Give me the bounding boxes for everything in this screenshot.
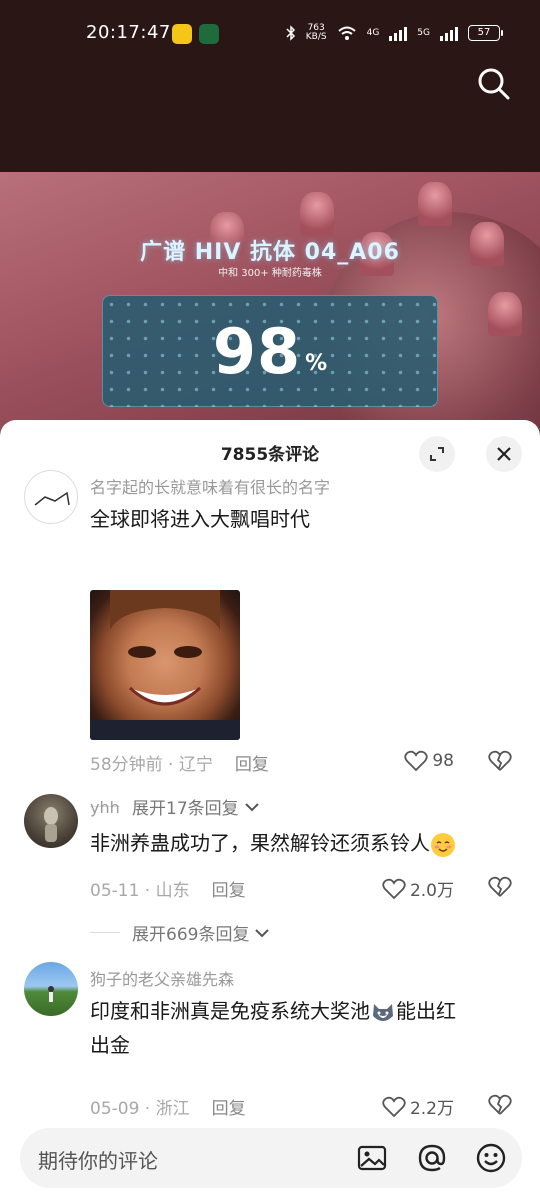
husky-emoji-icon — [373, 1003, 393, 1021]
battery-indicator: 57 — [468, 25, 503, 41]
reply-button[interactable]: 回复 — [212, 881, 246, 901]
close-button[interactable] — [486, 436, 522, 472]
dislike-button[interactable] — [488, 876, 512, 902]
comment-username[interactable]: 名字起的长就意味着有很长的名字 — [90, 474, 330, 498]
broken-heart-icon — [488, 876, 512, 897]
comment-username[interactable]: 狗子的老父亲雄先森 — [90, 966, 234, 990]
virus-spike — [488, 292, 522, 336]
network-speed: 763 KB/S — [305, 23, 327, 42]
image-button[interactable] — [356, 1142, 388, 1174]
percent-panel: 98 % — [102, 295, 438, 407]
heart-icon — [404, 750, 429, 772]
expand-replies-button[interactable]: 展开669条回复 — [90, 920, 271, 945]
comment-text: 印度和非洲真是免疫系统大奖池 能出红 出金 — [90, 999, 456, 1057]
comment-meta: 05-11 · 山东 回复 — [90, 876, 246, 901]
close-icon — [497, 447, 511, 461]
network-4g-label: 4G — [366, 28, 380, 38]
avatar[interactable] — [24, 470, 78, 524]
status-bar: 20:17:47 763 KB/S 4G 5G 57 — [0, 0, 540, 70]
virus-spike — [300, 192, 334, 236]
expand-icon — [430, 447, 444, 461]
percent-unit: % — [305, 350, 328, 376]
expand-replies-label: 展开669条回复 — [132, 925, 250, 945]
at-icon — [418, 1144, 446, 1172]
video-frame[interactable]: 广谱 HIV 抗体 04_A06 中和 300+ 种耐药毒株 98 % — [0, 172, 540, 432]
video-title: 广谱 HIV 抗体 04_A06 — [140, 240, 400, 265]
cat-avatar-icon — [34, 491, 70, 506]
status-right: 763 KB/S 4G 5G 57 — [286, 23, 503, 42]
comment-meta: 05-09 · 浙江 回复 — [90, 1094, 246, 1119]
wifi-icon — [337, 26, 356, 40]
comment-text: 非洲养蛊成功了，果然解铃还须系铃人 — [90, 826, 510, 860]
app-notification-icon — [172, 24, 192, 44]
search-button[interactable] — [476, 66, 512, 102]
reply-button[interactable]: 回复 — [235, 755, 269, 775]
like-button[interactable]: 2.0万 — [382, 876, 454, 901]
broken-heart-icon — [488, 1094, 512, 1115]
like-count: 2.2万 — [409, 1099, 454, 1119]
like-count: 98 — [432, 751, 454, 771]
expand-replies-label: 展开17条回复 — [132, 799, 239, 819]
status-time: 20:17:47 — [86, 22, 171, 43]
comment-input-bar[interactable]: 期待你的评论 — [20, 1128, 522, 1188]
like-count: 2.0万 — [409, 881, 454, 901]
search-icon — [478, 68, 510, 100]
app-notification-icon-2 — [199, 24, 219, 44]
virus-spike — [418, 182, 452, 226]
screen: 20:17:47 763 KB/S 4G 5G 57 广谱 HIV 抗体 04_ — [0, 0, 540, 1200]
percent-value: 98 — [212, 314, 302, 388]
signal-icon — [389, 25, 408, 41]
mention-button[interactable] — [416, 1142, 448, 1174]
bluetooth-icon — [286, 25, 295, 41]
comment-text: 全球即将进入大飘唱时代 — [90, 507, 310, 531]
chevron-down-icon — [255, 928, 270, 937]
dislike-button[interactable] — [488, 1094, 512, 1120]
comment-image[interactable] — [90, 590, 240, 740]
comment-username[interactable]: yhh — [90, 798, 120, 817]
heart-icon — [382, 1096, 406, 1117]
blushing-emoji-icon — [431, 832, 455, 857]
avatar[interactable] — [24, 794, 78, 848]
heart-icon — [382, 878, 406, 899]
comment-time-location: 58分钟前 · 辽宁 — [90, 755, 213, 775]
image-icon — [357, 1145, 387, 1171]
expand-button[interactable] — [419, 436, 455, 472]
comment-meta: 58分钟前 · 辽宁 回复 — [90, 750, 269, 775]
dislike-button[interactable] — [488, 750, 512, 776]
comment-time-location: 05-11 · 山东 — [90, 881, 190, 901]
emoji-icon — [476, 1143, 506, 1173]
meme-face — [90, 590, 240, 740]
like-button[interactable]: 98 — [404, 750, 454, 772]
person-avatar-icon — [48, 986, 54, 1002]
comment-count-title: 7855条评论 — [220, 445, 320, 465]
reply-button[interactable]: 回复 — [212, 1099, 246, 1119]
divider — [90, 932, 120, 933]
network-5g-label: 5G — [417, 28, 430, 38]
broken-heart-icon — [488, 750, 512, 771]
signal-icon-2 — [440, 25, 458, 41]
comment-time-location: 05-09 · 浙江 — [90, 1099, 190, 1119]
statue-avatar-icon — [44, 807, 58, 842]
comment-sheet: 7855条评论 名字起的长就意味着有很长的名字 全球即将进入大飘唱时代 58分钟… — [0, 420, 540, 1200]
video-subtitle: 中和 300+ 种耐药毒株 — [218, 268, 322, 279]
avatar[interactable] — [24, 962, 78, 1016]
chevron-down-icon — [244, 802, 259, 811]
emoji-button[interactable] — [475, 1142, 507, 1174]
comment-input-placeholder[interactable]: 期待你的评论 — [38, 1145, 158, 1174]
like-button[interactable]: 2.2万 — [382, 1094, 454, 1119]
